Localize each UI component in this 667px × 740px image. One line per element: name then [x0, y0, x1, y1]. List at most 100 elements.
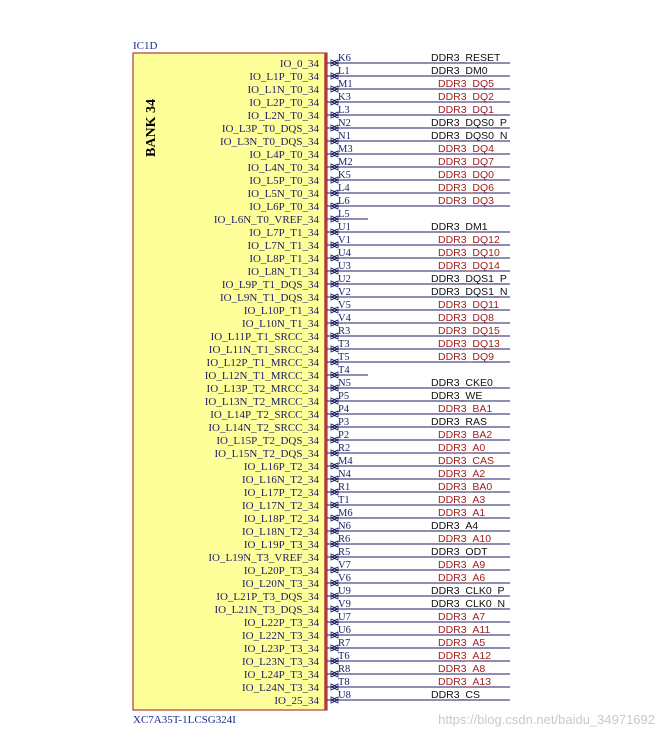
- pin-name: IO_L2N_T0_34: [248, 110, 320, 122]
- pin-number: T1: [338, 495, 350, 506]
- pin-name: IO_L1N_T0_34: [248, 84, 320, 96]
- pin-number: U8: [338, 690, 351, 701]
- pin-number: K3: [338, 92, 351, 103]
- pin-number: N6: [338, 521, 351, 532]
- pin-name: IO_L16P_T2_34: [244, 461, 320, 473]
- net-label: DDR3_A12: [438, 650, 491, 662]
- pin-number: M6: [338, 508, 353, 519]
- pin-name: IO_L15P_T2_DQS_34: [216, 435, 319, 447]
- pin-number: N4: [338, 469, 352, 480]
- net-label: DDR3_A11: [438, 624, 490, 636]
- net-label: DDR3_WE: [431, 390, 482, 402]
- pin-name: IO_L11N_T1_SRCC_34: [209, 344, 320, 356]
- net-label: DDR3_ODT: [431, 546, 488, 558]
- pin-number: T3: [338, 339, 350, 350]
- pin-name: IO_L13P_T2_MRCC_34: [207, 383, 320, 395]
- pin-number: K5: [338, 170, 351, 181]
- pin-name: IO_L13N_T2_MRCC_34: [205, 396, 320, 408]
- pin-name: IO_L12P_T1_MRCC_34: [207, 357, 320, 369]
- net-label: DDR3_DQS1_N: [431, 286, 507, 298]
- pin-number: U4: [338, 248, 352, 259]
- pin-number: U9: [338, 586, 351, 597]
- pin-number: R5: [338, 547, 350, 558]
- net-label: DDR3_CS: [431, 689, 480, 701]
- pin-number: N5: [338, 378, 351, 389]
- pin-number: P5: [338, 391, 349, 402]
- pin-number: U3: [338, 261, 351, 272]
- net-label: DDR3_CLK0_P: [431, 585, 505, 597]
- net-label: DDR3_DQ6: [438, 182, 494, 194]
- pin-name: IO_L17N_T2_34: [242, 500, 319, 512]
- schematic-symbol: IC1D BANK 34 IO_0_34 K6 DDR3_RESET IO_L1P_T…: [132, 40, 655, 727]
- net-label: DDR3_A5: [438, 637, 485, 649]
- pin-number: L6: [338, 196, 350, 207]
- pin-name: IO_L2P_T0_34: [249, 97, 319, 109]
- pin-number: V4: [338, 313, 352, 324]
- designator-label: IC1D: [133, 40, 158, 52]
- pin-number: T6: [338, 651, 350, 662]
- net-label: DDR3_A4: [431, 520, 478, 532]
- pin-number: M2: [338, 157, 353, 168]
- pin-name: IO_L16N_T2_34: [242, 474, 319, 486]
- net-label: DDR3_A1: [438, 507, 485, 519]
- pin-name: IO_L22N_T3_34: [242, 630, 319, 642]
- pin-number: R3: [338, 326, 350, 337]
- net-label: DDR3_DQ14: [438, 260, 500, 272]
- net-label: DDR3_A7: [438, 611, 485, 623]
- pin-number: V1: [338, 235, 351, 246]
- net-label: DDR3_BA1: [438, 403, 492, 415]
- pin-group: IO_0_34 K6 DDR3_RESET IO_L1P_T0_34 L1 DDR3_DM…: [205, 52, 510, 707]
- pin-number: V6: [338, 573, 351, 584]
- net-label: DDR3_BA2: [438, 429, 492, 441]
- pin-name: IO_L24N_T3_34: [242, 682, 319, 694]
- pin-number: U2: [338, 274, 351, 285]
- pin-name: IO_L4N_T0_34: [248, 162, 320, 174]
- pin-name: IO_L21P_T3_DQS_34: [216, 591, 319, 603]
- pin-number: K6: [338, 53, 351, 64]
- pin-number: L3: [338, 105, 350, 116]
- pin-number: T8: [338, 677, 350, 688]
- pin-name: IO_L20N_T3_34: [242, 578, 319, 590]
- pin-name: IO_L1P_T0_34: [249, 71, 319, 83]
- net-label: DDR3_CLK0_N: [431, 598, 505, 610]
- pin-name: IO_L12N_T1_MRCC_34: [205, 370, 320, 382]
- net-label: DDR3_DQ13: [438, 338, 500, 350]
- net-label: DDR3_BA0: [438, 481, 492, 493]
- net-label: DDR3_DQ7: [438, 156, 494, 168]
- pin-name: IO_L3P_T0_DQS_34: [222, 123, 320, 135]
- pin-number: U7: [338, 612, 351, 623]
- bank-label: BANK 34: [144, 99, 159, 157]
- net-label: DDR3_A0: [438, 442, 485, 454]
- pin-name: IO_L3N_T0_DQS_34: [220, 136, 319, 148]
- net-label: DDR3_RESET: [431, 52, 501, 64]
- pin-name: IO_L6N_T0_VREF_34: [214, 214, 320, 226]
- pin-number: V5: [338, 300, 351, 311]
- pin-name: IO_L18P_T2_34: [244, 513, 320, 525]
- net-label: DDR3_DQS0_P: [431, 117, 507, 129]
- pin-name: IO_L10N_T1_34: [242, 318, 319, 330]
- pin-name: IO_L7P_T1_34: [249, 227, 319, 239]
- net-label: DDR3_DQ9: [438, 351, 494, 363]
- pin-number: U1: [338, 222, 351, 233]
- net-label: DDR3_A6: [438, 572, 485, 584]
- pin-number: T4: [338, 365, 350, 376]
- net-label: DDR3_A2: [438, 468, 485, 480]
- pin-number: N2: [338, 118, 351, 129]
- pin-number: L1: [338, 66, 350, 77]
- pin-number: N1: [338, 131, 351, 142]
- net-label: DDR3_DQ10: [438, 247, 500, 259]
- net-label: DDR3_DQ5: [438, 78, 494, 90]
- net-label: DDR3_DQ12: [438, 234, 500, 246]
- pin-number: R1: [338, 482, 350, 493]
- pin-name: IO_L7N_T1_34: [248, 240, 320, 252]
- net-label: DDR3_DM1: [431, 221, 488, 233]
- pin-name: IO_25_34: [274, 695, 319, 707]
- net-label: DDR3_DQ8: [438, 312, 494, 324]
- pin-name: IO_L18N_T2_34: [242, 526, 319, 538]
- pin-number: M1: [338, 79, 353, 90]
- net-label: DDR3_A8: [438, 663, 485, 675]
- pin-number: R7: [338, 638, 350, 649]
- net-label: DDR3_CKE0: [431, 377, 493, 389]
- pin-number: P2: [338, 430, 349, 441]
- pin-name: IO_L11P_T1_SRCC_34: [211, 331, 320, 343]
